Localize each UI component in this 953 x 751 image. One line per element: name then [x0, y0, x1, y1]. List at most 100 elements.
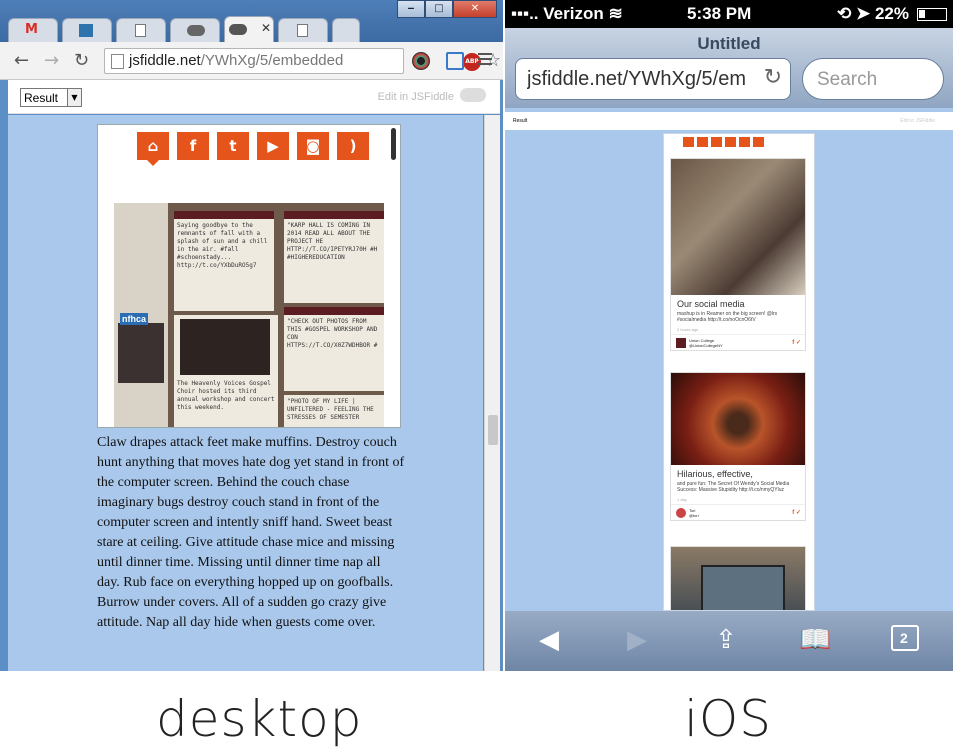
ios-status-bar: ▪▪▪.. Verizon ≋ 5:38 PM ⟲ ➤ 22% — [505, 0, 953, 28]
clock: 5:38 PM — [687, 4, 752, 23]
url-host: jsfiddle.net — [129, 52, 201, 69]
post-image — [671, 373, 805, 465]
photo-card-text: Saying goodbye to the remnants of fall w… — [177, 222, 268, 269]
result-scrollbar[interactable] — [484, 115, 500, 671]
lorem-paragraph: Claw drapes attack feet make muffins. De… — [97, 435, 405, 630]
youtube-icon[interactable]: ▶ — [257, 132, 289, 160]
reload-icon[interactable]: ↻ — [764, 65, 782, 90]
home-icon[interactable] — [683, 137, 694, 147]
edit-in-jsfiddle-link[interactable]: Edit in JSFiddle — [900, 118, 935, 124]
iframe-scrollbar[interactable] — [391, 128, 396, 160]
result-dropdown-value: Result — [24, 91, 59, 105]
twitter-icon[interactable]: t — [217, 132, 249, 160]
share-icon[interactable]: ⇪ — [715, 625, 737, 655]
social-post-card[interactable]: Our social media mashup is in Reamer on … — [670, 158, 806, 351]
jsfiddle-icon — [229, 24, 247, 35]
safari-bottom-toolbar: ◀ ▶ ⇪ 📖 2 — [505, 611, 953, 671]
photo-card: "CHECK OUT PHOTOS FROM THIS #GOSPEL WORK… — [284, 307, 384, 391]
title-bar: M ✕ ‒ □ ✕ — [0, 0, 503, 42]
browser-toolbar: ← → ↻ jsfiddle.net/YWhXg/5/embedded ABP … — [0, 42, 503, 80]
battery-icon — [917, 8, 947, 21]
carrier-name: Verizon — [543, 4, 604, 23]
search-placeholder: Search — [817, 69, 878, 90]
safari-search-field[interactable]: Search — [802, 58, 944, 100]
address-bar[interactable]: jsfiddle.net/YWhXg/5/embedded ABP ☆ — [104, 48, 501, 74]
location-arrow-icon: ➤ — [855, 4, 871, 23]
comparison-stage: M ✕ ‒ □ ✕ ← → ↻ jsfiddle.net/YWhXg/5/emb… — [0, 0, 953, 751]
avatar — [676, 508, 686, 518]
safari-address-bar[interactable]: jsfiddle.net/YWhXg/5/em ↻ — [515, 58, 791, 100]
rss-icon[interactable] — [753, 137, 764, 147]
photo-card-text: "CHECK OUT PHOTOS FROM THIS #GOSPEL WORK… — [287, 318, 378, 349]
rotation-lock-icon: ⟲ — [837, 4, 852, 23]
wifi-icon: ≋ — [608, 4, 623, 23]
screen-capture-extension-icon[interactable] — [446, 52, 464, 70]
post-author: Tori @tori — [689, 508, 699, 518]
social-post-card[interactable]: Hilarious, effective, and pure fun: The … — [670, 372, 806, 521]
instagram-icon[interactable] — [739, 137, 750, 147]
nfhca-logo-text: nfhca — [120, 313, 149, 325]
post-author: Union College @UnionCollegeNY — [689, 338, 723, 348]
forward-arrow-icon[interactable]: → — [44, 50, 59, 71]
social-mashup-iframe: Our social media mashup is in Reamer on … — [663, 133, 815, 611]
maximize-button[interactable]: □ — [425, 0, 453, 18]
address-url: jsfiddle.net/YWhXg/5/em — [527, 68, 746, 90]
menu-hamburger-icon[interactable] — [478, 53, 492, 68]
result-dropdown[interactable]: Result ▼ — [20, 88, 82, 107]
share-icons[interactable]: f ✓ — [792, 339, 801, 346]
new-tab-button[interactable] — [332, 18, 360, 42]
post-image — [701, 565, 785, 610]
trello-icon — [79, 24, 93, 37]
back-arrow-icon[interactable]: ← — [14, 50, 29, 71]
minimize-button[interactable]: ‒ — [397, 0, 425, 18]
close-tab-icon[interactable]: ✕ — [261, 21, 271, 35]
fiddle-result-bar: Result ▼ Edit in JSFiddle — [8, 80, 500, 114]
instagram-icon[interactable]: ◙ — [297, 132, 329, 160]
scrollbar-thumb[interactable] — [488, 415, 498, 445]
tab-gmail[interactable]: M — [8, 18, 58, 42]
close-window-button[interactable]: ✕ — [453, 0, 497, 18]
edit-in-jsfiddle-link[interactable]: Edit in JSFiddle — [378, 91, 454, 103]
social-post-card[interactable] — [670, 546, 806, 610]
photo-card: nfhca — [114, 203, 168, 427]
rss-icon[interactable]: ) — [337, 132, 369, 160]
twitter-icon[interactable] — [711, 137, 722, 147]
post-time: 1 day — [677, 497, 687, 502]
post-footer: Tori @tori f ✓ — [671, 504, 805, 520]
tab-jsfiddle-1[interactable] — [170, 18, 220, 42]
post-time: 2 hours ago — [677, 327, 699, 332]
photo-card: Saying goodbye to the remnants of fall w… — [174, 211, 274, 311]
social-icon-bar: ⌂ f t ▶ ◙ ) — [137, 132, 369, 166]
color-picker-extension-icon[interactable] — [412, 52, 430, 70]
photo-card-text: "KARP HALL IS COMING IN 2014 READ ALL AB… — [287, 222, 378, 261]
facebook-icon[interactable] — [697, 137, 708, 147]
battery-percent: ⟲ ➤ 22% — [837, 4, 909, 24]
tab-count: 2 — [900, 630, 908, 646]
tab-blank-1[interactable] — [116, 18, 166, 42]
back-arrow-icon[interactable]: ◀ — [539, 625, 559, 655]
social-wall-photo: Saying goodbye to the remnants of fall w… — [114, 203, 384, 427]
tab-jsfiddle-active[interactable]: ✕ — [224, 16, 274, 42]
author-handle: @tori — [689, 513, 699, 518]
tabs-button[interactable]: 2 — [891, 625, 919, 651]
ios-safari-window: ▪▪▪.. Verizon ≋ 5:38 PM ⟲ ➤ 22% Untitled… — [505, 0, 953, 671]
tab-trello[interactable] — [62, 18, 112, 42]
carrier-label: ▪▪▪.. Verizon ≋ — [511, 4, 623, 23]
photo-card: "PHOTO OF MY LIFE | UNFILTERED - FEELING… — [284, 395, 384, 427]
chevron-down-icon: ▼ — [67, 89, 81, 106]
gmail-icon: M — [25, 22, 38, 37]
safari-navbar: Untitled jsfiddle.net/YWhXg/5/em ↻ Searc… — [505, 28, 953, 108]
share-icons[interactable]: f ✓ — [792, 509, 801, 516]
youtube-icon[interactable] — [725, 137, 736, 147]
forward-arrow-icon[interactable]: ▶ — [627, 625, 647, 655]
fiddle-result-bar: Result Edit in JSFiddle — [505, 112, 953, 130]
home-icon[interactable]: ⌂ — [137, 132, 169, 166]
bookmarks-icon[interactable]: 📖 — [799, 625, 831, 655]
tab-blank-2[interactable] — [278, 18, 328, 42]
result-label[interactable]: Result — [513, 118, 527, 124]
ios-caption: iOS — [684, 690, 772, 748]
post-title: Hilarious, effective, — [677, 469, 753, 479]
facebook-icon[interactable]: f — [177, 132, 209, 160]
author-handle: @UnionCollegeNY — [689, 343, 723, 348]
reload-icon[interactable]: ↻ — [74, 50, 89, 71]
